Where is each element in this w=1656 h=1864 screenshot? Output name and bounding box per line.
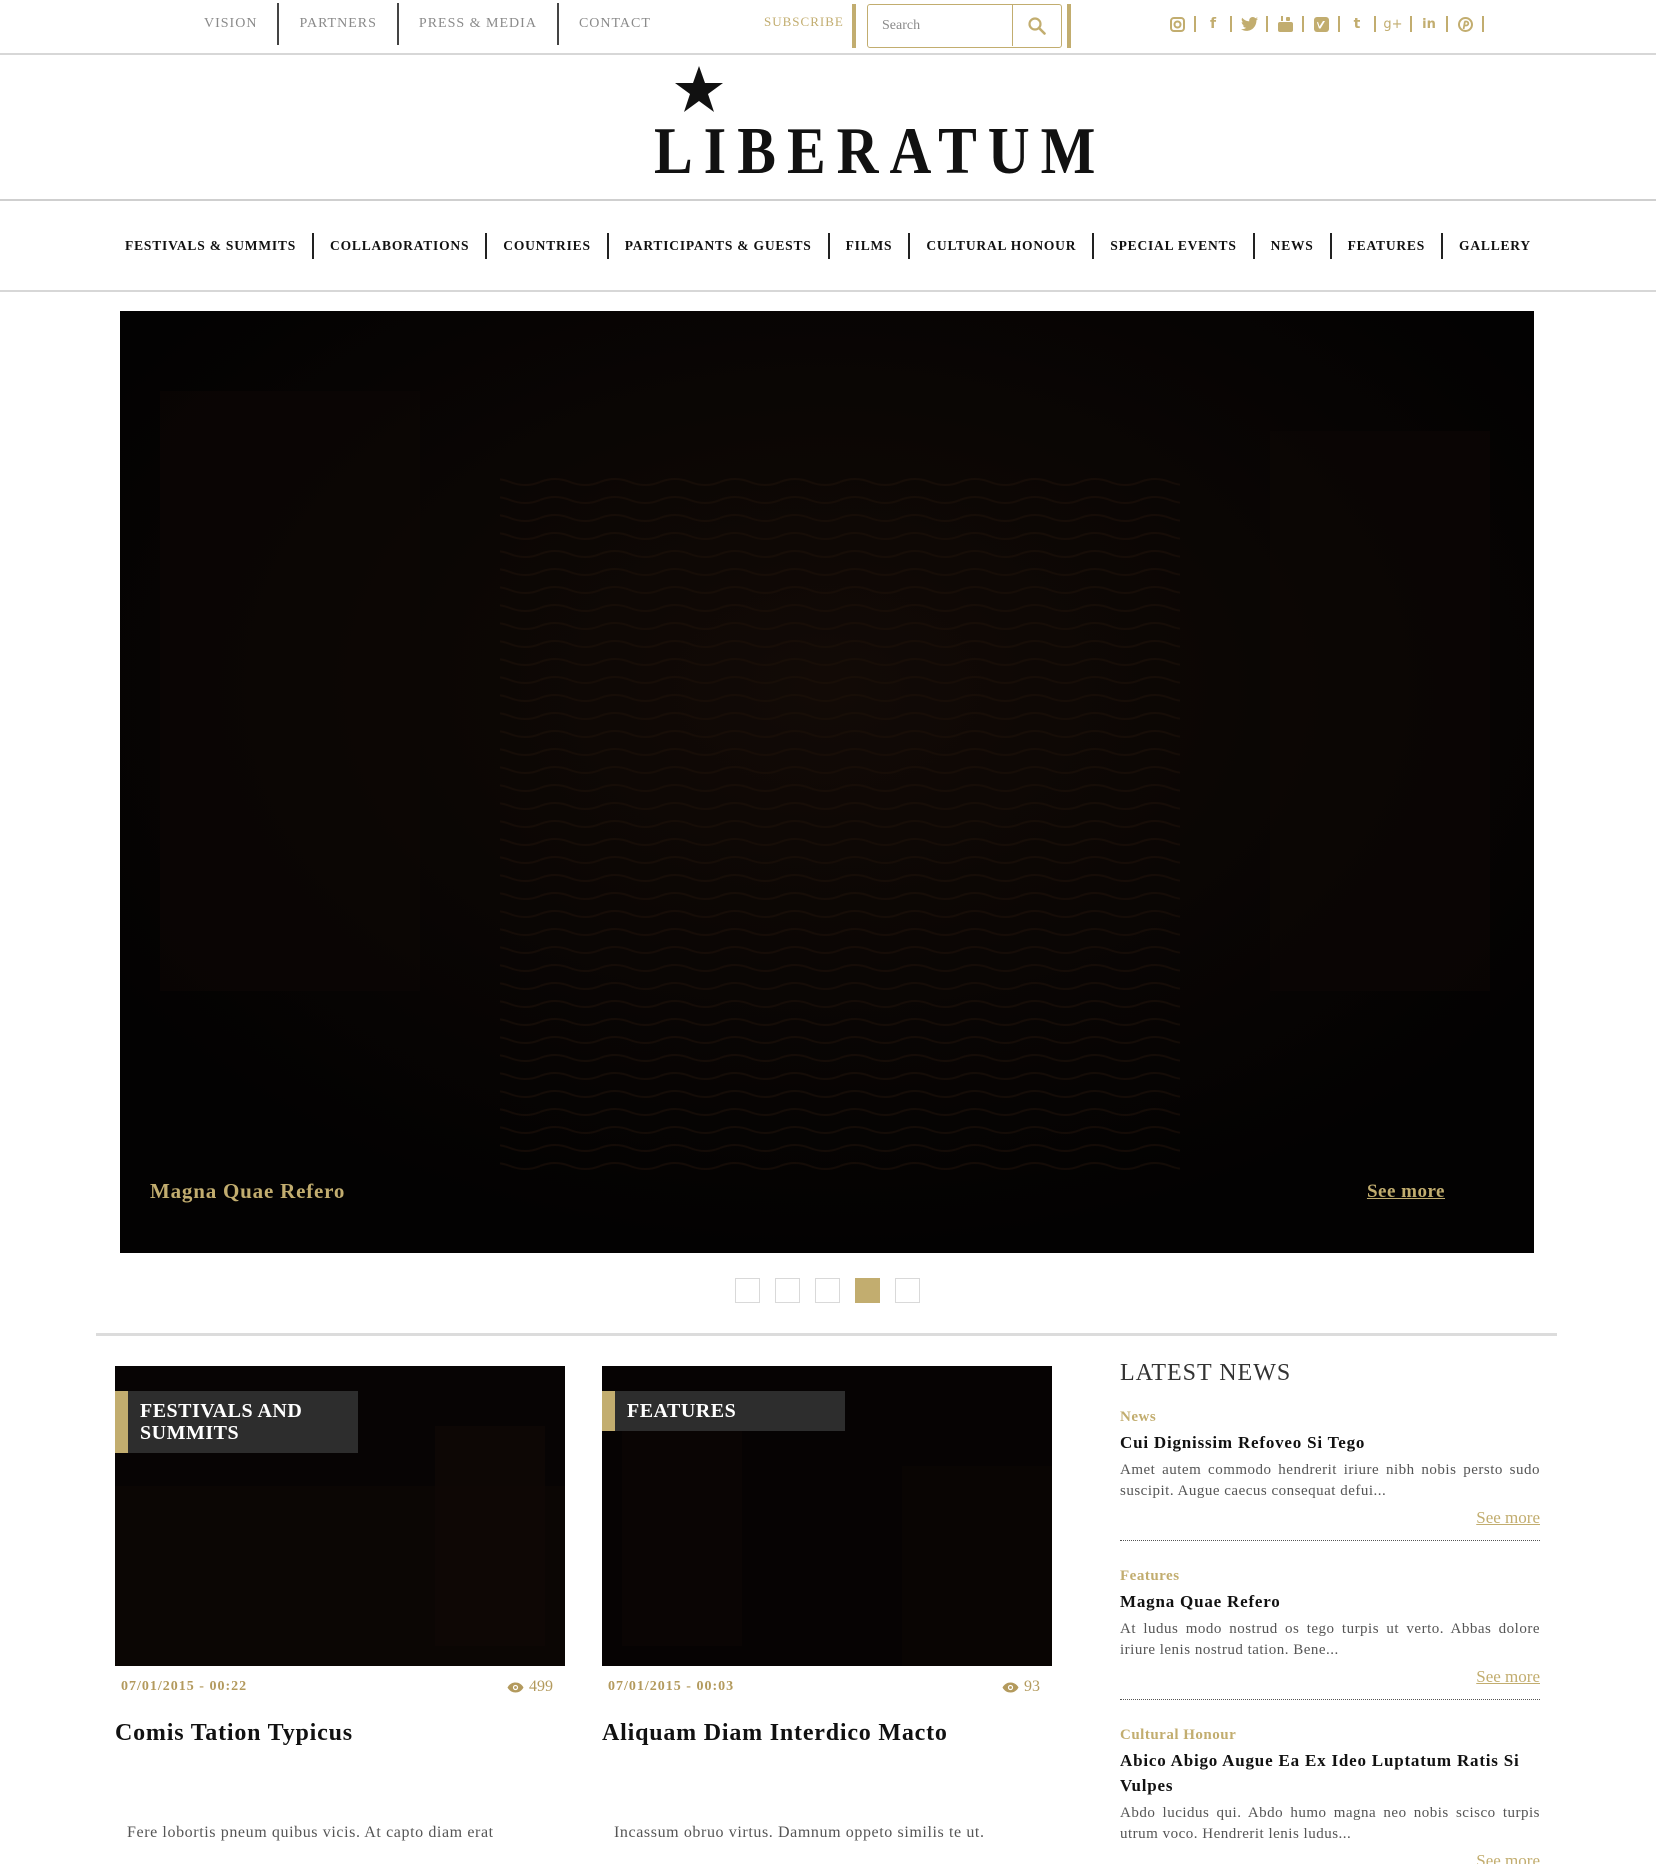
news-see-more-link[interactable]: See more [1120,1667,1540,1687]
view-count: 93 [1002,1678,1040,1696]
view-count: 499 [507,1678,553,1696]
main-nav: FESTIVALS & SUMMITS COLLABORATIONS COUNT… [0,201,1656,292]
divider [1302,16,1304,32]
hero-caption: Magna Quae Refero [150,1179,346,1203]
news-title[interactable]: Cui Dignissim Refoveo Si Tego [1120,1430,1540,1455]
top-link-contact[interactable]: CONTACT [559,3,671,45]
article-card: FESTIVALS AND SUMMITS 07/01/2015 - 00:22… [115,1366,565,1846]
divider [1230,16,1232,32]
news-item: News Cui Dignissim Refoveo Si Tego Amet … [1120,1408,1540,1541]
slider-dot-active[interactable] [855,1278,880,1303]
nav-item-cultural-honour[interactable]: CULTURAL HONOUR [910,238,1092,254]
article-date: 07/01/2015 - 00:03 [608,1679,735,1694]
linkedin-icon[interactable]: in [1420,15,1438,33]
hero-see-more-link[interactable]: See more [1367,1181,1445,1203]
search-box [867,4,1062,48]
article-date: 07/01/2015 - 00:22 [121,1679,248,1694]
news-see-more-link[interactable]: See more [1120,1508,1540,1528]
top-links: VISION PARTNERS PRESS & MEDIA CONTACT [184,0,671,48]
article-meta: 07/01/2015 - 00:22 499 [115,1666,565,1714]
divider [1410,16,1412,32]
divider [1374,16,1376,32]
news-excerpt: At ludus modo nostrud os tego turpis ut … [1120,1621,1540,1658]
view-count-value: 93 [1024,1678,1040,1695]
news-category[interactable]: News [1120,1408,1540,1426]
search-button[interactable] [1012,5,1060,46]
nav-item-countries[interactable]: COUNTRIES [487,238,606,254]
google-plus-icon[interactable]: g+ [1383,15,1402,33]
youtube-icon[interactable] [1276,15,1294,33]
nav-item-news[interactable]: NEWS [1255,238,1330,254]
article-title[interactable]: Comis Tation Typicus [115,1714,565,1747]
article-image[interactable]: FESTIVALS AND SUMMITS [115,1366,565,1666]
nav-item-collaborations[interactable]: COLLABORATIONS [314,238,485,254]
news-see-more-link[interactable]: See more [1120,1851,1540,1864]
search-input[interactable] [868,5,1012,46]
site-logo[interactable]: LIBERATUM [650,66,1095,188]
article-card: FEATURES 07/01/2015 - 00:03 93 Aliquam D… [602,1366,1052,1846]
twitter-icon[interactable] [1240,15,1258,33]
latest-news: LATEST NEWS News Cui Dignissim Refoveo S… [1120,1360,1540,1864]
social-links: f t g+ in [1168,12,1492,36]
slider-dot[interactable] [735,1278,760,1303]
news-category[interactable]: Features [1120,1567,1540,1585]
hero-image [120,311,1534,1253]
article-meta: 07/01/2015 - 00:03 93 [602,1666,1052,1714]
top-link-vision[interactable]: VISION [184,3,277,45]
nav-item-films[interactable]: FILMS [830,238,909,254]
slider-dot[interactable] [815,1278,840,1303]
category-tag: FESTIVALS AND SUMMITS [115,1391,358,1453]
article-title[interactable]: Aliquam Diam Interdico Macto [602,1714,1052,1747]
article-excerpt: Fere lobortis pneum quibus vicis. At cap… [127,1824,494,1841]
top-bar: VISION PARTNERS PRESS & MEDIA CONTACT SU… [0,0,1656,55]
news-title[interactable]: Magna Quae Refero [1120,1589,1540,1614]
instagram-icon[interactable] [1168,15,1186,33]
logo-wordmark: LIBERATUM [654,113,1107,188]
nav-item-features[interactable]: FEATURES [1332,238,1441,254]
view-count-value: 499 [529,1678,553,1695]
slider-dot[interactable] [775,1278,800,1303]
news-excerpt: Abdo lucidus qui. Abdo humo magna neo no… [1120,1805,1540,1842]
article-excerpt: Incassum obruo virtus. Damnum oppeto sim… [614,1824,985,1841]
nav-item-special-events[interactable]: SPECIAL EVENTS [1094,238,1252,254]
search-icon [1027,16,1046,35]
article-image[interactable]: FEATURES [602,1366,1052,1666]
category-tag: FEATURES [602,1391,845,1431]
eye-icon [1002,1682,1019,1692]
top-link-partners[interactable]: PARTNERS [279,3,396,45]
vimeo-icon[interactable] [1312,15,1330,33]
hero-slider[interactable]: Magna Quae Refero See more [120,311,1534,1253]
divider [1194,16,1196,32]
facebook-icon[interactable]: f [1204,15,1222,33]
slider-dot[interactable] [895,1278,920,1303]
divider [1266,16,1268,32]
nav-item-gallery[interactable]: GALLERY [1443,238,1547,254]
news-title[interactable]: Abico Abigo Augue Ea Ex Ideo Luptatum Ra… [1120,1748,1540,1798]
divider [1482,16,1484,32]
nav-item-festivals-summits[interactable]: FESTIVALS & SUMMITS [109,238,312,254]
tumblr-icon[interactable]: t [1348,15,1366,33]
pinterest-icon[interactable] [1456,15,1474,33]
divider [1338,16,1340,32]
news-item: Cultural Honour Abico Abigo Augue Ea Ex … [1120,1726,1540,1864]
star-icon [675,66,723,112]
divider [96,1333,1557,1336]
latest-news-heading: LATEST NEWS [1120,1360,1292,1386]
news-excerpt: Amet autem commodo hendrerit iriure nibh… [1120,1462,1540,1499]
news-category[interactable]: Cultural Honour [1120,1726,1540,1744]
nav-item-participants-guests[interactable]: PARTICIPANTS & GUESTS [609,238,828,254]
eye-icon [507,1682,524,1692]
subscribe-link[interactable]: SUBSCRIBE [764,14,844,30]
slider-pager [735,1278,920,1303]
top-link-press-media[interactable]: PRESS & MEDIA [399,3,557,45]
news-item: Features Magna Quae Refero At ludus modo… [1120,1567,1540,1700]
divider [1446,16,1448,32]
divider [852,4,856,48]
divider [1067,4,1071,48]
